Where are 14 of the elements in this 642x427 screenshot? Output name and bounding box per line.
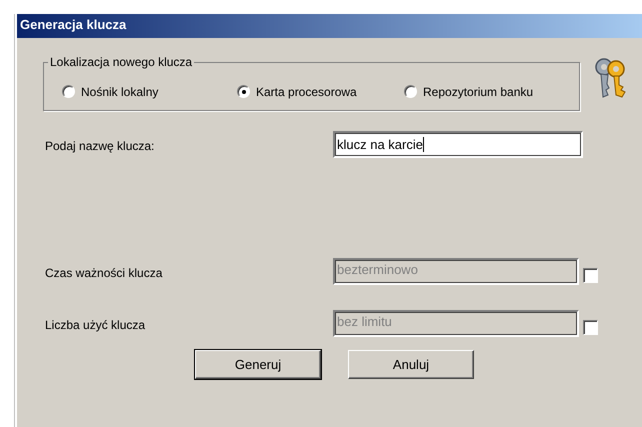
radio-button[interactable]: [404, 85, 417, 98]
radio-button[interactable]: [62, 85, 75, 98]
field-label: Liczba użyć klucza: [44, 317, 146, 332]
radio-label: Karta procesorowa: [256, 84, 357, 98]
window-title: Generacja klucza: [17, 14, 642, 38]
field-label: Czas ważności klucza: [44, 265, 164, 280]
radio-label: Repozytorium banku: [423, 84, 534, 98]
group-legend: Lokalizacja nowego klucza: [48, 55, 194, 69]
field-label: Podaj nazwę klucza:: [44, 138, 156, 153]
text-field[interactable]: klucz na karcie: [333, 131, 583, 158]
dialog-button[interactable]: Anuluj: [348, 350, 474, 379]
radio-button[interactable]: [237, 85, 250, 98]
dialog-button[interactable]: Generuj: [195, 350, 321, 379]
radio-label: Nośnik lokalny: [81, 84, 158, 98]
